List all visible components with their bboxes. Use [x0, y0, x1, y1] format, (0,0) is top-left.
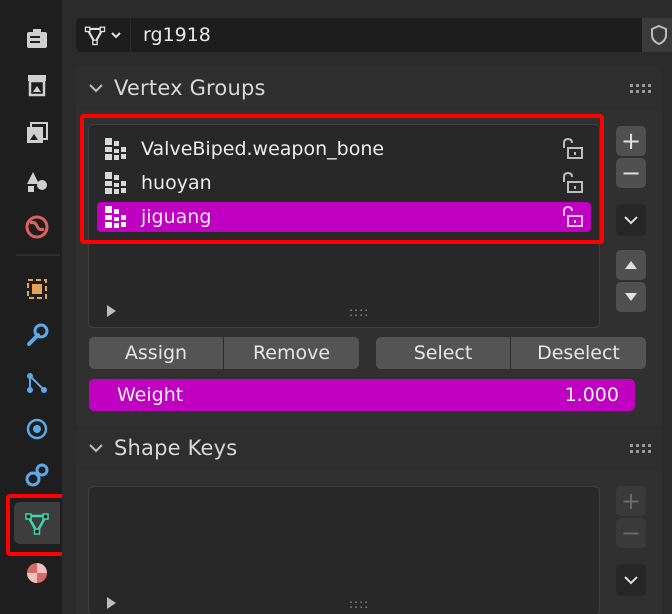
- unlock-icon[interactable]: [559, 171, 585, 195]
- list-filter-expand-icon[interactable]: [107, 597, 116, 609]
- shape-key-specials-button[interactable]: [616, 564, 646, 596]
- constraints-icon: [25, 463, 49, 487]
- chevron-down-icon: [111, 32, 121, 39]
- mesh-data-icon: [84, 26, 106, 46]
- tab-object[interactable]: [14, 268, 60, 310]
- triangle-down-icon: [625, 293, 637, 301]
- add-shape-key-button[interactable]: +: [616, 486, 646, 516]
- vertex-group-list[interactable]: ValveBiped.weapon_bone huoyan jiguang::…: [88, 124, 600, 328]
- remove-shape-key-button[interactable]: −: [616, 518, 646, 548]
- list-filter-expand-icon[interactable]: [107, 305, 116, 317]
- unlock-icon[interactable]: [559, 205, 585, 229]
- shape-key-list[interactable]: ::::: [88, 486, 600, 614]
- scene-icon: [25, 215, 49, 239]
- specials-menu-button[interactable]: [616, 204, 646, 236]
- tab-divider: [16, 254, 60, 256]
- properties-editor: rg1918 Vertex Groups ValveBiped.weapon_b…: [62, 0, 672, 614]
- tab-particles[interactable]: [14, 362, 60, 404]
- vertex-group-name: ValveBiped.weapon_bone: [141, 138, 385, 160]
- vertex-group-name: jiguang: [141, 206, 212, 228]
- list-resize-grip[interactable]: ::::: [349, 597, 369, 611]
- list-resize-grip[interactable]: ::::: [349, 305, 369, 319]
- panel-title: Shape Keys: [114, 436, 238, 460]
- select-button[interactable]: Select: [376, 337, 510, 369]
- fake-user-button[interactable]: [642, 18, 672, 52]
- vertex-group-icon: [105, 206, 126, 228]
- move-down-button[interactable]: [616, 282, 646, 312]
- data-header: rg1918: [76, 18, 672, 52]
- add-vertex-group-button[interactable]: +: [616, 126, 646, 156]
- move-up-button[interactable]: [616, 250, 646, 280]
- weight-label: Weight: [117, 384, 184, 406]
- list-item[interactable]: ValveBiped.weapon_bone: [97, 134, 591, 164]
- shape-keys-panel: Shape Keys :::: + −: [76, 426, 662, 614]
- material-icon: [27, 563, 47, 583]
- drag-handle-icon[interactable]: [630, 444, 652, 454]
- tab-view-layer[interactable]: [14, 160, 60, 202]
- vertex-group-name: huoyan: [141, 172, 212, 194]
- tab-render[interactable]: [14, 64, 60, 106]
- vertex-group-icon: [105, 138, 126, 160]
- object-icon: [27, 279, 47, 299]
- mesh-name-field[interactable]: rg1918: [130, 18, 642, 52]
- tab-constraints[interactable]: [14, 454, 60, 496]
- wrench-icon: [27, 323, 49, 346]
- list-item-selected[interactable]: jiguang: [97, 202, 591, 232]
- mesh-browse-dropdown[interactable]: [76, 18, 130, 52]
- tab-mesh-data[interactable]: [14, 502, 60, 544]
- output-icon: [27, 122, 48, 143]
- tab-tool[interactable]: [14, 18, 60, 60]
- remove-vertex-group-button[interactable]: −: [616, 158, 646, 188]
- tab-modifiers[interactable]: [14, 314, 60, 356]
- chevron-down-icon: [624, 576, 638, 585]
- drag-handle-icon[interactable]: [630, 84, 652, 94]
- vertex-groups-panel: Vertex Groups ValveBiped.weapon_bone huo…: [76, 66, 662, 428]
- weight-slider[interactable]: Weight 1.000: [89, 379, 635, 411]
- panel-title: Vertex Groups: [114, 76, 266, 100]
- shape-keys-header[interactable]: Shape Keys: [76, 426, 662, 470]
- particles-icon: [27, 373, 47, 393]
- deselect-button[interactable]: Deselect: [510, 337, 646, 369]
- vertex-groups-header[interactable]: Vertex Groups: [76, 66, 662, 110]
- assign-button[interactable]: Assign: [89, 337, 223, 369]
- triangle-up-icon: [625, 261, 637, 269]
- tab-output[interactable]: [14, 112, 60, 154]
- physics-icon: [26, 418, 48, 440]
- assign-remove-group: Assign Remove: [89, 337, 359, 369]
- view-layer-icon: [27, 172, 47, 192]
- chevron-down-icon: [89, 444, 103, 453]
- shield-icon: [651, 24, 667, 46]
- vertex-group-icon: [105, 172, 126, 194]
- tab-material[interactable]: [14, 552, 60, 594]
- remove-button[interactable]: Remove: [223, 337, 359, 369]
- weight-value: 1.000: [564, 384, 619, 406]
- chevron-down-icon: [89, 84, 103, 93]
- chevron-down-icon: [624, 216, 638, 225]
- unlock-icon[interactable]: [559, 137, 585, 161]
- select-deselect-group: Select Deselect: [376, 337, 646, 369]
- tab-scene[interactable]: [14, 206, 60, 248]
- mesh-data-icon: [25, 513, 49, 535]
- properties-tab-strip: [0, 0, 68, 614]
- list-item[interactable]: huoyan: [97, 168, 591, 198]
- tool-icon: [27, 29, 47, 48]
- render-icon: [28, 75, 46, 97]
- tab-physics[interactable]: [14, 408, 60, 450]
